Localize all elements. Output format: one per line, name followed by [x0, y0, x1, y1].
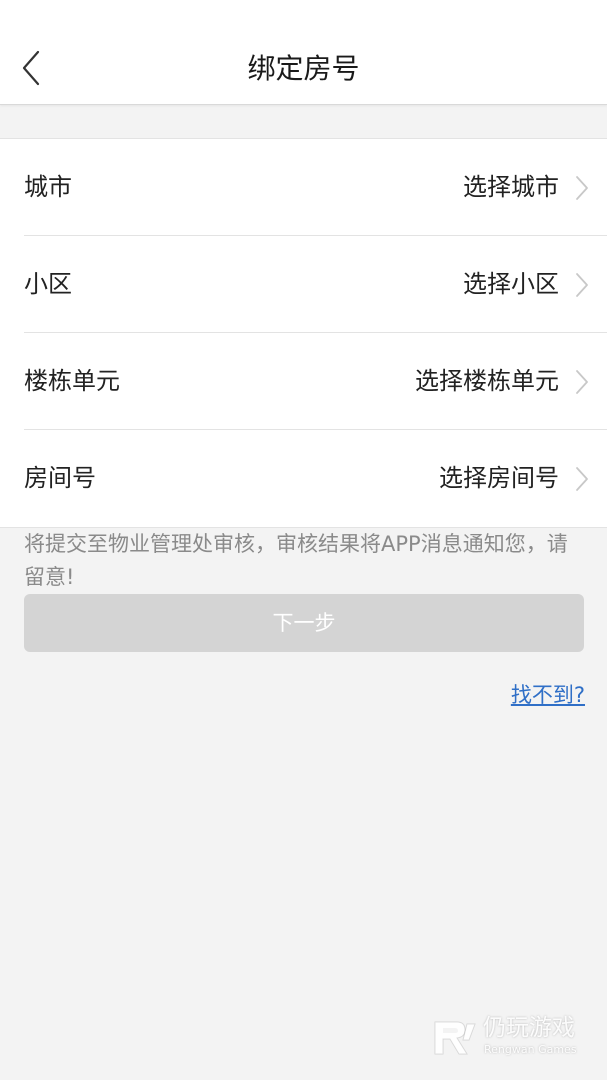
page-title: 绑定房号 [247, 52, 360, 85]
city-row[interactable]: 城市 选择城市 [0, 139, 607, 236]
navigation-bar: 绑定房号 [0, 0, 607, 105]
room-binding-form: 城市 选择城市 小区 选择小区 楼栋单元 选择楼栋单元 房间号 选择房间号 [0, 138, 607, 528]
city-label: 城市 [24, 173, 72, 201]
review-notice: 将提交至物业管理处审核，审核结果将APP消息通知您，请留意! [24, 532, 568, 589]
watermark-name: 仍玩游戏 [483, 1015, 575, 1041]
chevron-right-icon [575, 272, 589, 298]
community-row[interactable]: 小区 选择小区 [0, 236, 607, 333]
watermark: 仍玩游戏 Rengwan Games [431, 1014, 583, 1060]
watermark-subtitle: Rengwan Games [484, 1043, 577, 1056]
room-number-label: 房间号 [24, 464, 96, 492]
room-number-select-value[interactable]: 选择房间号 [439, 460, 559, 496]
building-unit-select-value[interactable]: 选择楼栋单元 [415, 363, 559, 399]
rengwan-logo-icon [431, 1018, 477, 1058]
chevron-right-icon [575, 466, 589, 492]
chevron-right-icon [575, 175, 589, 201]
not-found-link[interactable]: 找不到? [511, 680, 585, 710]
next-step-button[interactable]: 下一步 [24, 594, 584, 652]
city-select-value[interactable]: 选择城市 [463, 169, 559, 205]
building-unit-row[interactable]: 楼栋单元 选择楼栋单元 [0, 333, 607, 430]
chevron-right-icon [575, 369, 589, 395]
community-label: 小区 [24, 270, 72, 298]
room-number-row[interactable]: 房间号 选择房间号 [0, 430, 607, 527]
community-select-value[interactable]: 选择小区 [463, 266, 559, 302]
building-unit-label: 楼栋单元 [24, 367, 120, 395]
